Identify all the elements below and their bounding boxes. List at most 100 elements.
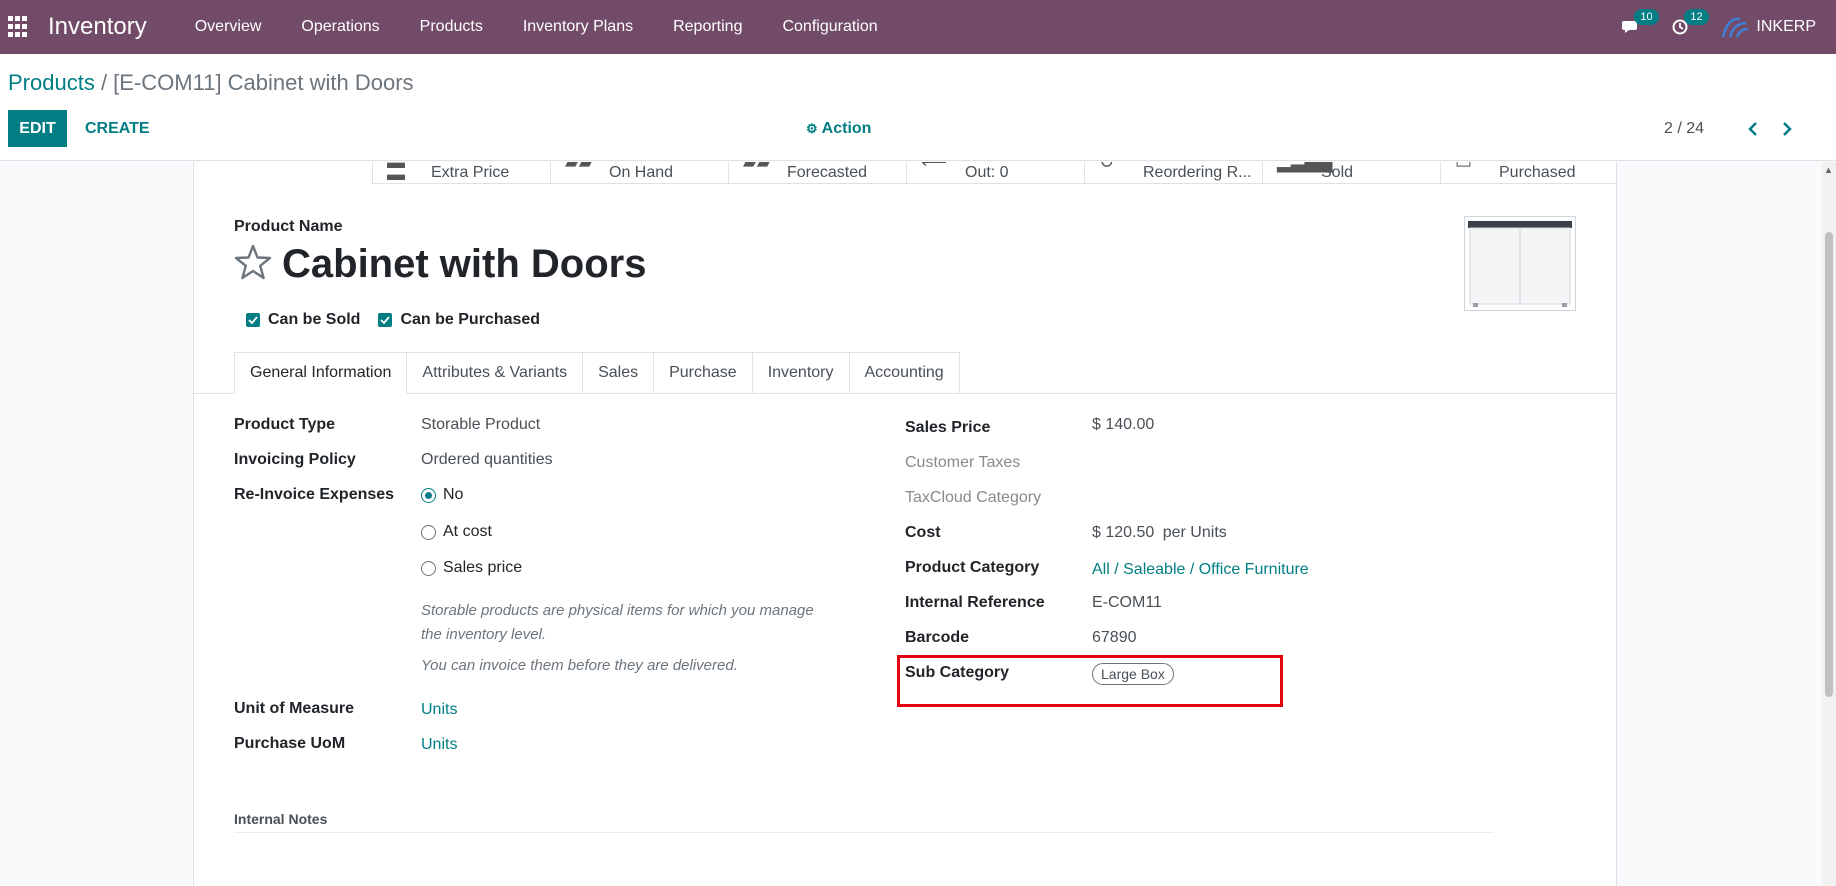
product-name: Cabinet with Doors [282,242,647,286]
chevron-right-icon [1783,121,1792,136]
gear-icon: ⚙ [806,120,818,136]
action-label: Action [821,119,872,137]
cubes-icon: ▰▰ [743,162,771,172]
systray: 10 12 INKERP [1622,0,1836,54]
extra-price-button[interactable]: ▬ ▬ Extra Price [372,162,550,184]
uom-value[interactable]: Units [421,701,457,719]
apps-menu-icon[interactable] [8,16,30,38]
page-scrollbar[interactable]: ▲ [1822,162,1836,886]
reordering-rules-button[interactable]: ↻ Reordering R... [1084,162,1262,184]
product-title: Cabinet with Doors [234,242,646,287]
product-type-label: Product Type [234,416,336,433]
radio-no[interactable] [421,487,436,503]
internal-notes-field[interactable] [234,832,1494,833]
create-button[interactable]: CREATE [75,110,160,147]
invoicing-policy-label: Invoicing Policy [234,451,356,468]
pager-previous-button[interactable] [1742,118,1764,140]
company-switcher[interactable]: INKERP [1720,15,1816,39]
breadcrumb: Products / [E-COM11] Cabinet with Doors [8,70,414,96]
form-sheet: ▬ ▬ Extra Price ▰▰ On Hand ▰▰ Forecasted… [193,162,1618,886]
product-type-value: Storable Product [421,416,541,433]
sale-purchase-options: Can be Sold Can be Purchased [246,311,558,329]
app-title[interactable]: Inventory [48,13,147,41]
can-be-purchased-checkbox[interactable] [378,313,393,327]
company-name: INKERP [1756,18,1816,35]
messages-badge: 10 [1634,9,1659,25]
scroll-up-arrow-icon[interactable]: ▲ [1824,165,1833,175]
taxcloud-category-label: TaxCloud Category [905,489,1042,506]
favorite-star-icon[interactable] [234,244,272,285]
cost-label: Cost [905,524,941,541]
edit-button[interactable]: EDIT [8,110,67,147]
company-logo-icon [1722,17,1749,38]
customer-taxes-label: Customer Taxes [905,454,1021,471]
invoicing-policy-value: Ordered quantities [421,451,553,468]
sales-price-value: $ 140.00 [1092,416,1155,433]
list-icon: ▬ ▬ [387,162,405,184]
tab-purchase[interactable]: Purchase [654,352,753,394]
pager-next-button[interactable] [1776,118,1798,140]
sold-button[interactable]: ▂▃▅▇ Sold [1262,162,1440,184]
tab-sales[interactable]: Sales [583,352,655,394]
signal-icon: ▂▃▅▇ [1277,162,1333,172]
sub-category-highlight [897,655,1283,707]
product-name-label: Product Name [234,218,343,235]
radio-at-cost[interactable] [421,524,436,540]
sales-price-label: Sales Price [905,419,991,436]
purchased-button[interactable]: ▭ Purchased [1440,162,1618,184]
breadcrumb-separator: / [94,70,114,95]
breadcrumb-products[interactable]: Products [8,70,95,95]
internal-notes-label: Internal Notes [234,811,328,827]
product-image[interactable] [1464,216,1576,311]
on-hand-button[interactable]: ▰▰ On Hand [550,162,728,184]
purchase-uom-value[interactable]: Units [421,736,457,754]
tab-inventory[interactable]: Inventory [752,352,850,394]
can-be-purchased-option: Can be Purchased [378,311,540,329]
product-category-value[interactable]: All / Saleable / Office Furniture [1092,561,1309,579]
scrollbar-thumb[interactable] [1825,232,1833,697]
smart-button-box: ▬ ▬ Extra Price ▰▰ On Hand ▰▰ Forecasted… [372,162,1618,184]
chevron-left-icon [1748,121,1757,136]
reinvoice-option-at-cost[interactable]: At cost [421,523,492,541]
credit-card-icon: ▭ [1455,162,1473,172]
top-navbar: Inventory Overview Operations Products I… [0,0,1836,54]
pager-value[interactable]: 2 / 24 [1664,120,1704,138]
tab-attributes-variants[interactable]: Attributes & Variants [407,352,584,394]
product-type-help: Storable products are physical items for… [421,602,814,643]
radio-sales-price[interactable] [421,560,436,576]
out-moves-button[interactable]: ⟵ Out: 0 [906,162,1084,184]
menu-products[interactable]: Products [400,0,503,54]
reinvoice-expenses-label: Re-Invoice Expenses [234,486,395,503]
refresh-icon: ↻ [1099,162,1115,172]
barcode-label: Barcode [905,629,970,646]
checkmark-icon [380,316,391,324]
menu-overview[interactable]: Overview [175,0,282,54]
action-menu-button[interactable]: ⚙ Action [806,110,871,147]
checkmark-icon [248,316,258,324]
internal-reference-label: Internal Reference [905,594,1045,611]
reinvoice-option-no[interactable]: No [421,486,463,504]
messaging-menu[interactable]: 10 [1622,9,1659,35]
forecasted-button[interactable]: ▰▰ Forecasted [728,162,906,184]
can-be-sold-checkbox[interactable] [246,313,260,327]
can-be-purchased-label: Can be Purchased [400,311,541,328]
control-panel: Products / [E-COM11] Cabinet with Doors … [0,54,1836,161]
menu-inventory-plans[interactable]: Inventory Plans [503,0,653,54]
tab-accounting[interactable]: Accounting [849,352,960,394]
can-be-sold-option: Can be Sold [246,311,360,329]
main-menu: Overview Operations Products Inventory P… [175,0,898,54]
cost-value: $ 120.50 per Units [1092,524,1227,541]
menu-operations[interactable]: Operations [281,0,399,54]
can-be-sold-label: Can be Sold [268,311,361,328]
product-category-label: Product Category [905,559,1040,576]
uom-label: Unit of Measure [234,700,355,717]
activities-badge: 12 [1684,9,1709,25]
menu-reporting[interactable]: Reporting [653,0,762,54]
tab-general-information[interactable]: General Information [234,352,408,394]
arrow-left-icon: ⟵ [921,162,947,172]
menu-configuration[interactable]: Configuration [762,0,897,54]
pager: 2 / 24 [1664,110,1798,147]
notebook-tabs: General Information Attributes & Variant… [234,352,960,394]
activity-menu[interactable]: 12 [1672,9,1709,35]
reinvoice-option-sales-price[interactable]: Sales price [421,559,522,577]
